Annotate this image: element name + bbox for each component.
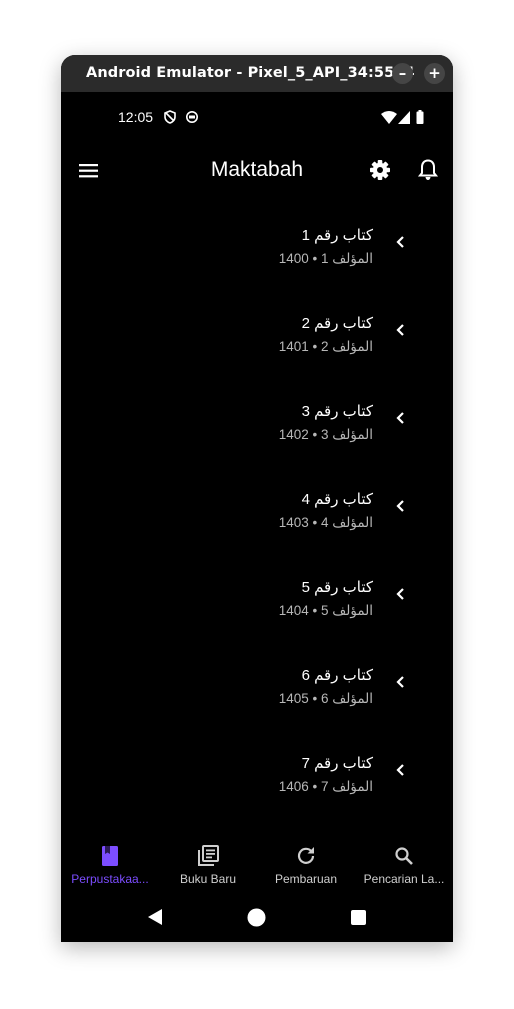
system-navigation-bar <box>61 893 453 942</box>
book-title: كتاب رقم 4 <box>301 491 373 508</box>
gear-icon[interactable] <box>366 156 394 184</box>
book-subtitle: المؤلف 4 • 1403 <box>278 515 373 530</box>
app-title: Maktabah <box>210 158 304 181</box>
emulator-window: Android Emulator - Pixel_5_API_34:5554 –… <box>61 55 453 942</box>
list-item[interactable]: كتاب رقم 3 المؤلف 3 • 1402 <box>61 376 453 464</box>
list-item[interactable]: كتاب رقم 4 المؤلف 4 • 1403 <box>61 464 453 552</box>
chevron-left-icon <box>396 500 404 512</box>
window-title: Android Emulator - Pixel_5_API_34:5554 <box>86 65 415 81</box>
chevron-left-icon <box>396 676 404 688</box>
data-saver-icon <box>186 111 198 123</box>
overview-icon[interactable] <box>351 910 366 925</box>
nav-tab-updates[interactable]: Pembaruan <box>257 841 355 893</box>
nav-label: Pencarian La... <box>363 872 445 886</box>
bottom-navigation: Perpustakaa... Buku Baru Pembaruan Penca… <box>61 841 453 893</box>
search-icon <box>395 847 413 865</box>
battery-icon <box>416 110 424 124</box>
library-books-icon <box>198 845 219 866</box>
minimize-button[interactable]: – <box>392 63 413 84</box>
list-item[interactable]: كتاب رقم 5 المؤلف 5 • 1404 <box>61 552 453 640</box>
device-screen: 12:05 Maktabah كتاب رقم 1 المؤلف 1 • 140… <box>61 92 453 942</box>
back-icon[interactable] <box>147 908 163 926</box>
maximize-button[interactable]: + <box>424 63 445 84</box>
chevron-left-icon <box>396 236 404 248</box>
nav-tab-library[interactable]: Perpustakaa... <box>61 841 159 893</box>
book-subtitle: المؤلف 3 • 1402 <box>278 427 373 442</box>
book-title: كتاب رقم 7 <box>301 755 373 772</box>
bell-icon[interactable] <box>414 156 442 184</box>
book-title: كتاب رقم 2 <box>301 315 373 332</box>
chevron-left-icon <box>396 324 404 336</box>
refresh-icon <box>297 847 315 864</box>
book-subtitle: المؤلف 6 • 1405 <box>278 691 373 706</box>
book-title: كتاب رقم 3 <box>301 403 373 420</box>
window-titlebar: Android Emulator - Pixel_5_API_34:5554 –… <box>61 55 453 92</box>
nav-tab-search[interactable]: Pencarian La... <box>355 841 453 893</box>
shield-icon <box>164 110 176 124</box>
list-item[interactable]: كتاب رقم 7 المؤلف 7 • 1406 <box>61 728 453 816</box>
book-title: كتاب رقم 1 <box>301 227 373 244</box>
wifi-icon <box>381 111 397 124</box>
home-icon[interactable] <box>247 908 266 927</box>
status-time: 12:05 <box>118 109 154 125</box>
nav-label: Pembaruan <box>274 872 338 886</box>
list-item[interactable]: كتاب رقم 1 المؤلف 1 • 1400 <box>61 200 453 288</box>
book-title: كتاب رقم 6 <box>301 667 373 684</box>
nav-label: Buku Baru <box>179 872 237 886</box>
chevron-left-icon <box>396 412 404 424</box>
chevron-left-icon <box>396 764 404 776</box>
chevron-left-icon <box>396 588 404 600</box>
book-title: كتاب رقم 5 <box>301 579 373 596</box>
book-icon <box>102 846 118 866</box>
book-subtitle: المؤلف 7 • 1406 <box>278 779 373 794</box>
book-subtitle: المؤلف 2 • 1401 <box>278 339 373 354</box>
book-subtitle: المؤلف 1 • 1400 <box>278 251 373 266</box>
status-bar: 12:05 <box>61 92 453 144</box>
list-item[interactable]: كتاب رقم 2 المؤلف 2 • 1401 <box>61 288 453 376</box>
app-bar: Maktabah <box>61 144 453 200</box>
list-item[interactable]: كتاب رقم 6 المؤلف 6 • 1405 <box>61 640 453 728</box>
signal-icon <box>398 111 410 124</box>
nav-tab-new-books[interactable]: Buku Baru <box>159 841 257 893</box>
book-subtitle: المؤلف 5 • 1404 <box>278 603 373 618</box>
nav-label: Perpustakaa... <box>71 872 149 886</box>
